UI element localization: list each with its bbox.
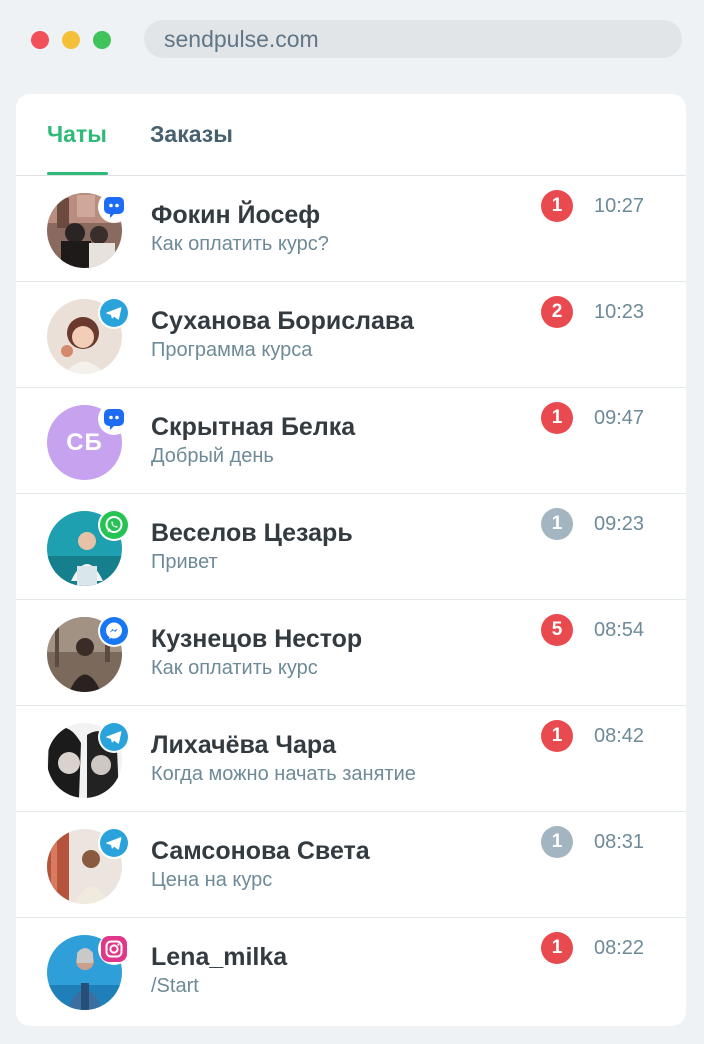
message-time: 10:23: [594, 301, 645, 323]
chat-row[interactable]: Фокин Йосеф Как оплатить курс? 1 10:27: [16, 176, 686, 282]
unread-count-badge: 2: [541, 296, 573, 328]
minimize-window-dot[interactable]: [62, 31, 80, 49]
message-time: 10:27: [594, 195, 645, 217]
contact-name: Лихачёва Чара: [151, 731, 337, 759]
last-message: Привет: [151, 551, 218, 573]
messenger-icon: [98, 615, 130, 647]
last-message: Как оплатить курс?: [151, 233, 329, 255]
telegram-icon: [98, 297, 130, 329]
telegram-icon: [98, 721, 130, 753]
chat-row[interactable]: Кузнецов Нестор Как оплатить курс 5 08:5…: [16, 600, 686, 706]
instagram-icon: [98, 933, 130, 965]
chat-panel: Чаты Заказы Фокин Йосеф Как оплатить кур…: [16, 94, 686, 1026]
chat-list: Фокин Йосеф Как оплатить курс? 1 10:27 С…: [16, 176, 686, 1024]
chat-row[interactable]: Веселов Цезарь Привет 1 09:23: [16, 494, 686, 600]
contact-name: Веселов Цезарь: [151, 519, 353, 547]
unread-count-badge: 1: [541, 402, 573, 434]
chat-row[interactable]: Лихачёва Чара Когда можно начать занятие…: [16, 706, 686, 812]
message-time: 08:42: [594, 725, 645, 747]
unread-count-badge: 1: [541, 932, 573, 964]
chat-bot-icon: [98, 191, 130, 223]
read-count-badge: 1: [541, 826, 573, 858]
message-time: 09:47: [594, 407, 645, 429]
active-tab-indicator: [47, 172, 108, 175]
window-controls: [31, 31, 111, 49]
tab-bar: Чаты Заказы: [16, 94, 686, 176]
contact-name: Фокин Йосеф: [151, 201, 321, 229]
unread-count-badge: 5: [541, 614, 573, 646]
chat-row[interactable]: Суханова Борислава Программа курса 2 10:…: [16, 282, 686, 388]
unread-count-badge: 1: [541, 190, 573, 222]
last-message: Когда можно начать занятие: [151, 763, 416, 785]
unread-count-badge: 1: [541, 720, 573, 752]
last-message: Цена на курс: [151, 869, 273, 891]
close-window-dot[interactable]: [31, 31, 49, 49]
message-time: 08:54: [594, 619, 645, 641]
last-message: Как оплатить курс: [151, 657, 318, 679]
last-message: Добрый день: [151, 445, 274, 467]
last-message: /Start: [151, 975, 199, 997]
read-count-badge: 1: [541, 508, 573, 540]
chat-row[interactable]: Lena_milka /Start 1 08:22: [16, 918, 686, 1024]
contact-name: Lena_milka: [151, 943, 288, 971]
contact-name: Самсонова Света: [151, 837, 370, 865]
contact-name: Суханова Борислава: [151, 307, 414, 335]
whatsapp-icon: [98, 509, 130, 541]
tab-orders[interactable]: Заказы: [150, 121, 233, 148]
message-time: 08:22: [594, 937, 645, 959]
address-bar[interactable]: sendpulse.com: [144, 20, 682, 58]
message-time: 08:31: [594, 831, 645, 853]
chat-row[interactable]: Самсонова Света Цена на курс 1 08:31: [16, 812, 686, 918]
telegram-icon: [98, 827, 130, 859]
chat-bot-icon: [98, 403, 130, 435]
contact-name: Скрытная Белка: [151, 413, 356, 441]
last-message: Программа курса: [151, 339, 313, 361]
contact-name: Кузнецов Нестор: [151, 625, 363, 653]
chat-row[interactable]: СБ Скрытная Белка Добрый день 1 09:47: [16, 388, 686, 494]
message-time: 09:23: [594, 513, 645, 535]
maximize-window-dot[interactable]: [93, 31, 111, 49]
tab-chats[interactable]: Чаты: [47, 121, 107, 148]
